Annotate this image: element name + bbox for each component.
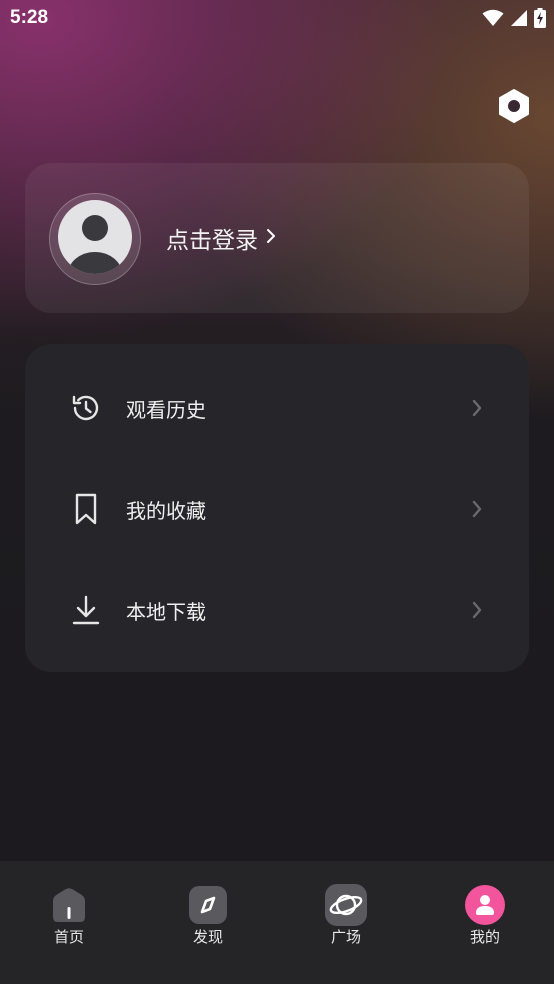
status-time: 5:28 [10, 7, 49, 28]
menu-item-label: 我的收藏 [126, 498, 206, 523]
compass-icon [187, 885, 229, 925]
default-avatar-icon [57, 199, 133, 279]
menu-item-label: 观看历史 [126, 397, 206, 422]
menu-item-favorites[interactable]: 我的收藏 [25, 469, 529, 549]
status-icons [482, 8, 546, 32]
planet-icon [325, 884, 367, 926]
chevron-right-icon [467, 598, 487, 622]
menu-item-downloads[interactable]: 本地下载 [25, 570, 529, 650]
home-icon [48, 885, 90, 925]
nav-item-mine[interactable]: 我的 [435, 885, 535, 947]
signal-icon [510, 9, 528, 31]
chevron-right-icon [266, 228, 276, 248]
bottom-nav: 首页 发现 广场 我的 [0, 861, 554, 984]
settings-hexagon-icon [498, 89, 530, 127]
chevron-right-icon [467, 497, 487, 521]
download-icon [69, 593, 103, 627]
nav-item-discover[interactable]: 发现 [158, 885, 258, 947]
avatar[interactable] [49, 193, 141, 285]
nav-label: 首页 [53, 928, 84, 946]
nav-label: 发现 [192, 928, 223, 946]
menu-item-history[interactable]: 观看历史 [25, 368, 529, 448]
settings-button[interactable] [494, 87, 534, 129]
menu-item-label: 本地下载 [126, 599, 206, 624]
menu-card: 观看历史 我的收藏 本地下载 [25, 344, 529, 672]
history-icon [69, 391, 103, 425]
nav-label: 广场 [330, 928, 361, 946]
nav-item-square[interactable]: 广场 [296, 884, 396, 947]
login-link[interactable]: 点击登录 [166, 221, 276, 255]
user-icon [464, 885, 506, 925]
wifi-icon [482, 9, 504, 31]
bookmark-icon [69, 492, 103, 526]
status-bar: 5:28 [0, 0, 554, 38]
login-label: 点击登录 [166, 228, 258, 254]
battery-charging-icon [534, 8, 546, 32]
nav-label: 我的 [469, 928, 500, 946]
nav-item-home[interactable]: 首页 [19, 885, 119, 947]
profile-card: 点击登录 [25, 163, 529, 313]
chevron-right-icon [467, 396, 487, 420]
